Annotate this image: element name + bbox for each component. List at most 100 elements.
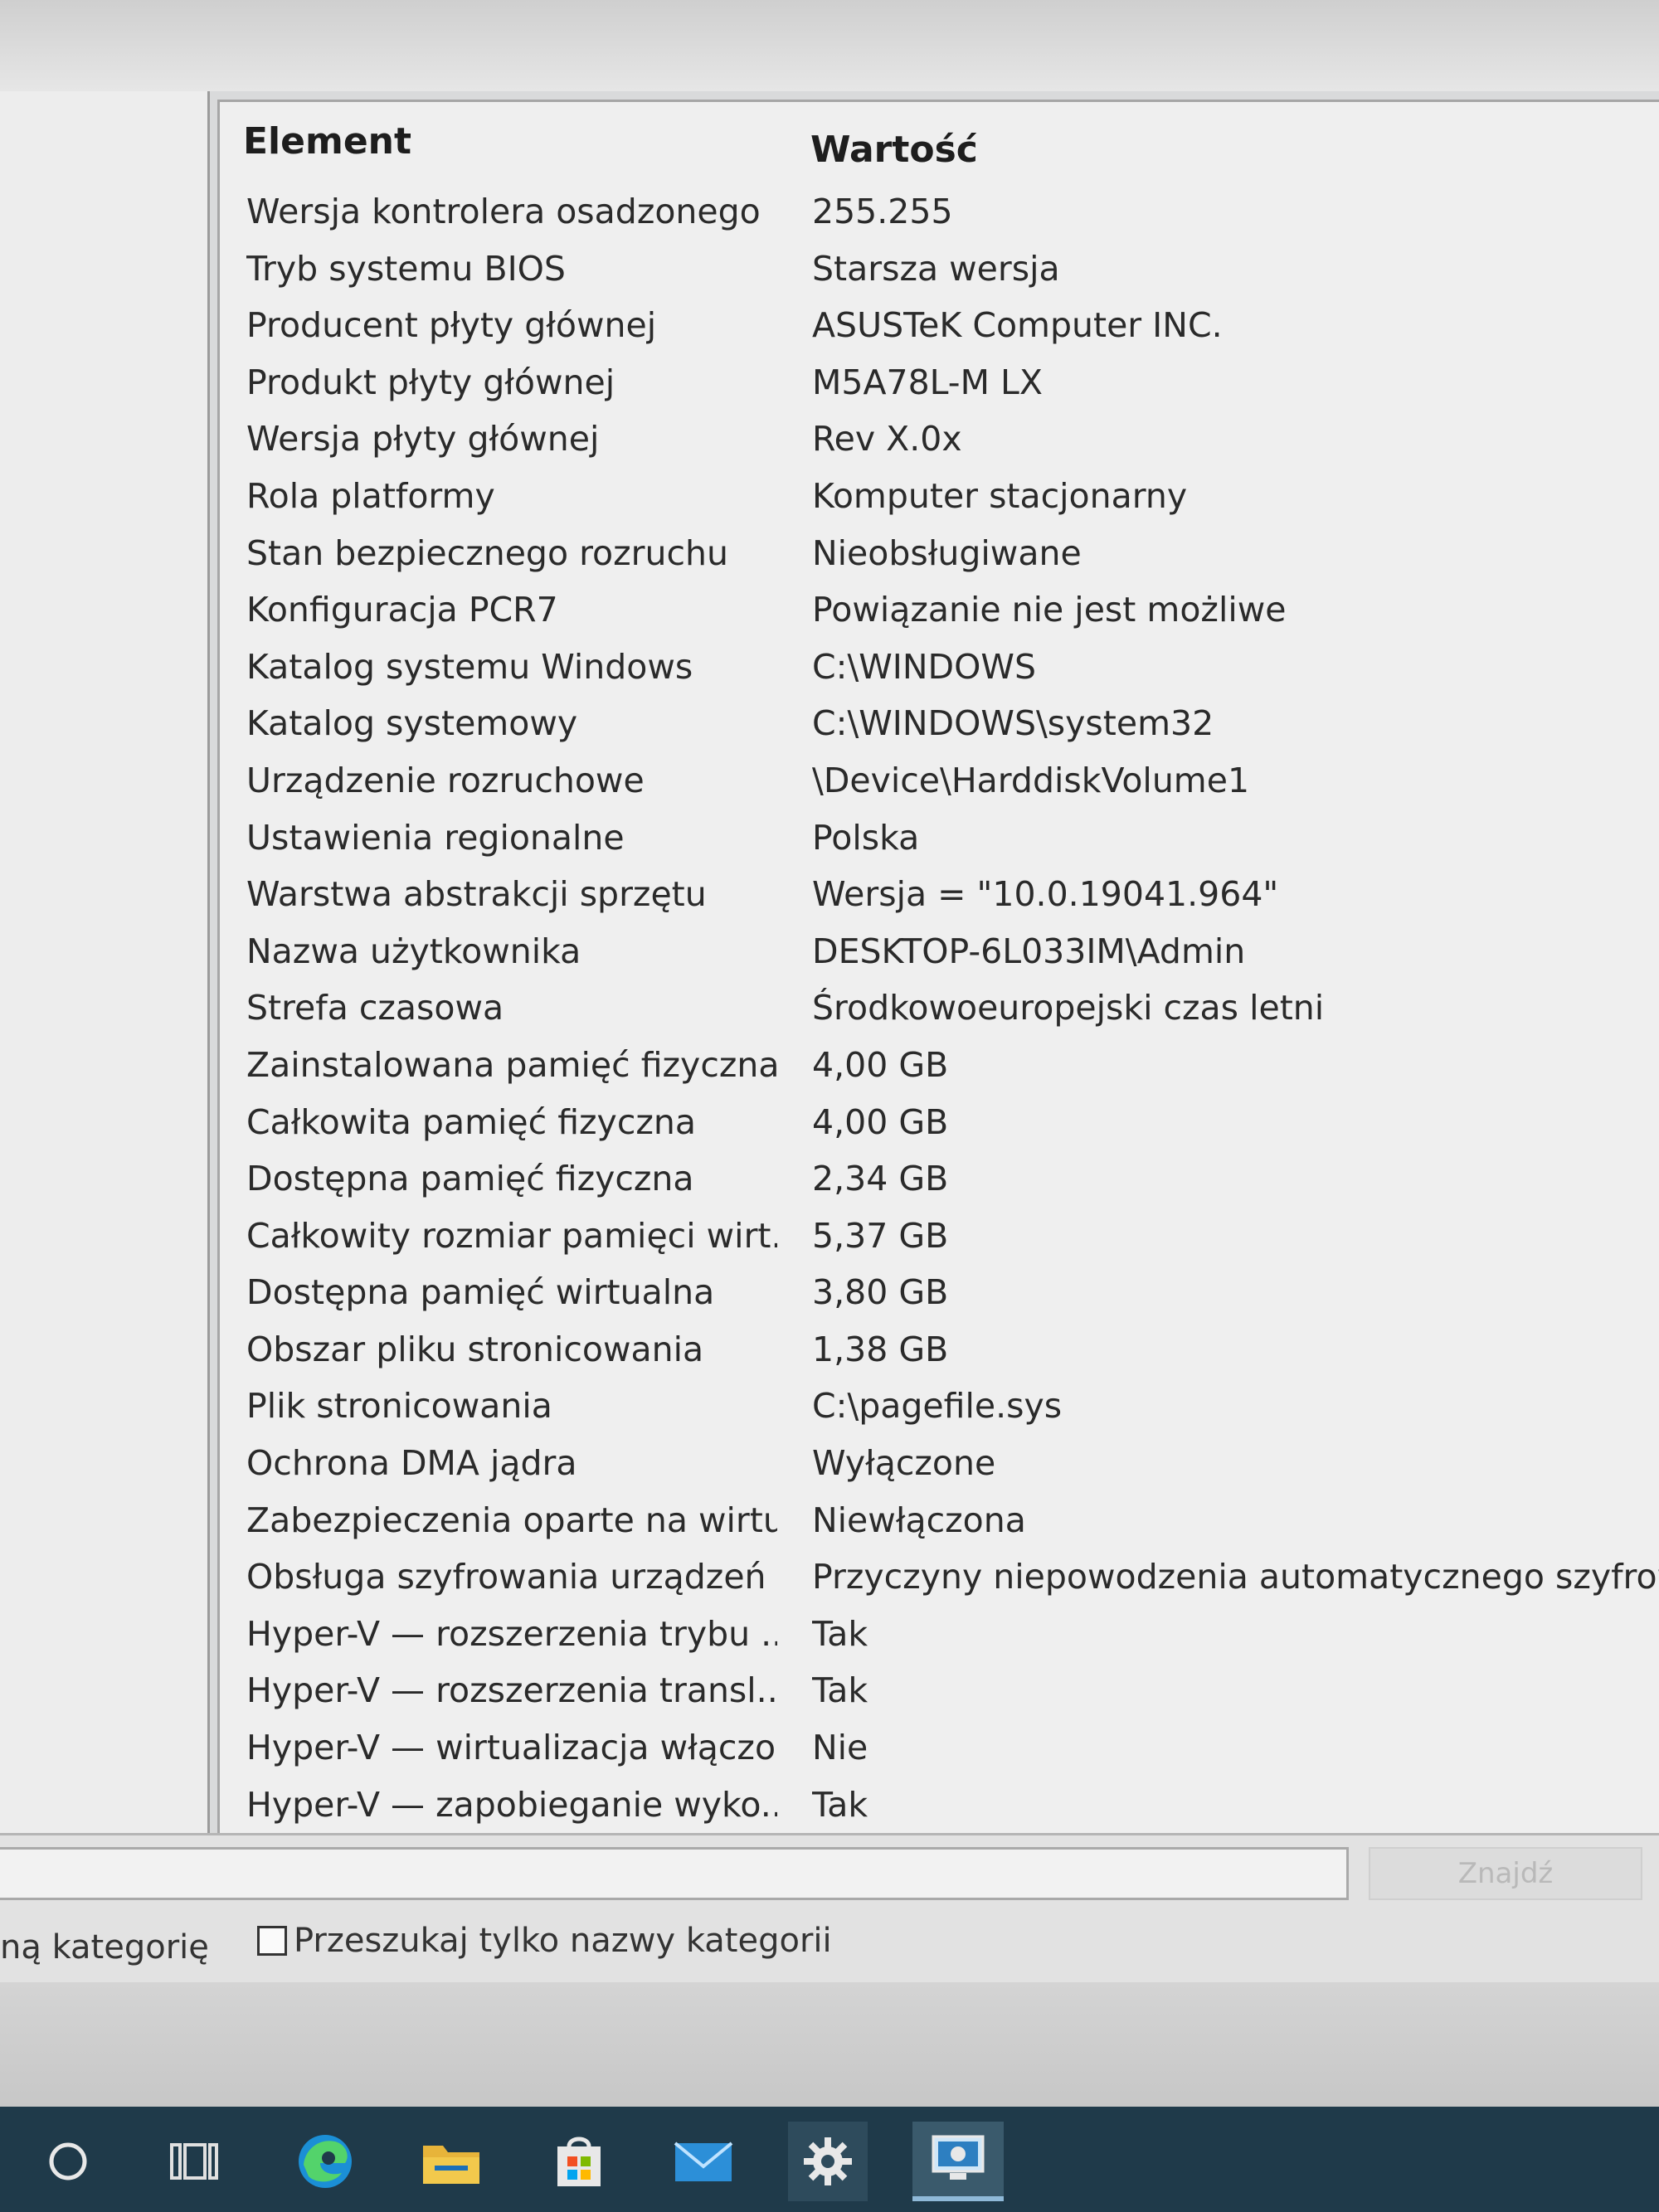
row-element-value: Nie <box>812 1728 868 1768</box>
row-element-value: \Device\HarddiskVolume1 <box>812 760 1250 800</box>
category-tree-pane[interactable] <box>0 91 210 1833</box>
find-button[interactable]: Znajdź <box>1369 1847 1642 1900</box>
column-header-value[interactable]: Wartość <box>810 129 978 171</box>
row-element-value: Tak <box>812 1613 868 1654</box>
row-element-name: Strefa czasowa <box>246 988 504 1028</box>
table-row[interactable]: Całkowita pamięć fizyczna 4,00 GB <box>220 1096 1659 1153</box>
table-row[interactable]: Wersja płyty głównej Rev X.0x <box>220 412 1659 469</box>
row-element-value: Niewłączona <box>812 1500 1026 1540</box>
table-row[interactable]: Rola platformy Komputer stacjonarny <box>220 469 1659 527</box>
row-element-name: Hyper-V — zapobieganie wyko... <box>246 1784 777 1825</box>
table-row[interactable]: Zainstalowana pamięć fizyczna ... 4,00 GB <box>220 1038 1659 1096</box>
row-element-value: Rev X.0x <box>812 419 962 459</box>
row-element-name: Obszar pliku stronicowania <box>246 1329 704 1369</box>
row-element-name: Zainstalowana pamięć fizyczna ... <box>246 1044 777 1085</box>
table-row[interactable]: Hyper-V — wirtualizacja włączo... Nie <box>220 1721 1659 1778</box>
table-row[interactable]: Konfiguracja PCR7 Powiązanie nie jest moż… <box>220 583 1659 640</box>
table-row[interactable]: Wersja kontrolera osadzonego 255.255 <box>220 185 1659 242</box>
list-header: Element Wartość <box>220 102 1659 182</box>
table-row[interactable]: Obszar pliku stronicowania 1,38 GB <box>220 1323 1659 1380</box>
row-element-value: Wyłączone <box>812 1443 996 1484</box>
table-row[interactable]: Obsługa szyfrowania urządzeń Przyczyny ni… <box>220 1550 1659 1607</box>
row-element-value: 1,38 GB <box>812 1329 949 1369</box>
table-row[interactable]: Ochrona DMA jądra Wyłączone <box>220 1437 1659 1494</box>
search-input[interactable] <box>0 1847 1349 1900</box>
store-icon[interactable] <box>539 2122 619 2201</box>
window-bottom-edge <box>0 1982 1659 2107</box>
row-element-name: Hyper-V — wirtualizacja włączo... <box>246 1728 777 1768</box>
row-element-value: DESKTOP-6L033IM\Admin <box>812 931 1246 971</box>
row-element-value: Powiązanie nie jest możliwe <box>812 590 1287 630</box>
row-element-name: Stan bezpiecznego rozruchu <box>246 532 728 573</box>
table-row[interactable]: Tryb systemu BIOS Starsza wersja <box>220 242 1659 299</box>
table-row[interactable]: Katalog systemowy C:\WINDOWS\system32 <box>220 697 1659 754</box>
task-view-icon[interactable] <box>153 2122 232 2201</box>
row-element-name: Ochrona DMA jądra <box>246 1443 577 1484</box>
row-element-value: Przyczyny niepowodzenia automatycznego s… <box>812 1557 1659 1597</box>
row-element-value: 4,00 GB <box>812 1101 949 1142</box>
row-element-name: Konfiguracja PCR7 <box>246 590 558 630</box>
row-element-name: Hyper-V — rozszerzenia trybu ... <box>246 1613 777 1654</box>
row-element-value: Tak <box>812 1784 868 1825</box>
table-row[interactable]: Warstwa abstrakcji sprzętu Wersja = "10.0… <box>220 868 1659 925</box>
row-element-name: Nazwa użytkownika <box>246 931 581 971</box>
row-element-value: Komputer stacjonarny <box>812 475 1188 516</box>
row-element-name: Rola platformy <box>246 475 495 516</box>
table-row[interactable]: Całkowity rozmiar pamięci wirt... 5,37 GB <box>220 1209 1659 1266</box>
cortana-circle-icon[interactable] <box>28 2122 108 2201</box>
row-element-value: 255.255 <box>812 192 953 231</box>
row-element-name: Hyper-V — rozszerzenia transl... <box>246 1670 777 1711</box>
table-row[interactable]: Strefa czasowa Środkowoeuropejski czas le… <box>220 981 1659 1038</box>
row-element-name: Urządzenie rozruchowe <box>246 760 645 800</box>
category-names-only-checkbox[interactable] <box>257 1926 287 1956</box>
table-row[interactable]: Plik stronicowania C:\pagefile.sys <box>220 1379 1659 1437</box>
table-row[interactable]: Stan bezpiecznego rozruchu Nieobsługiwane <box>220 527 1659 584</box>
row-element-value: M5A78L-M LX <box>812 362 1043 402</box>
table-row[interactable]: Hyper-V — rozszerzenia trybu ... Tak <box>220 1607 1659 1665</box>
table-row[interactable]: Dostępna pamięć fizyczna 2,34 GB <box>220 1152 1659 1209</box>
row-element-name: Wersja płyty głównej <box>246 419 600 459</box>
row-element-value: Tak <box>812 1670 868 1711</box>
row-element-name: Całkowita pamięć fizyczna <box>246 1101 696 1142</box>
row-element-name: Wersja kontrolera osadzonego <box>246 192 761 231</box>
table-row[interactable]: Hyper-V — rozszerzenia transl... Tak <box>220 1664 1659 1721</box>
row-element-name: Ustawienia regionalne <box>246 817 625 858</box>
edge-icon[interactable] <box>285 2122 365 2201</box>
row-element-value: 4,00 GB <box>812 1044 949 1085</box>
table-row[interactable]: Zabezpieczenia oparte na wirtu... Niewłąc… <box>220 1494 1659 1551</box>
search-category-names-only-option[interactable]: Przeszukaj tylko nazwy kategorii <box>257 1922 832 1960</box>
row-element-value: C:\WINDOWS\system32 <box>812 703 1214 744</box>
row-element-name: Warstwa abstrakcji sprzętu <box>246 874 707 915</box>
background-wall <box>0 0 1659 91</box>
table-row[interactable]: Katalog systemu Windows C:\WINDOWS <box>220 640 1659 698</box>
details-list-pane[interactable]: Element Wartość Wersja kontrolera osadzo… <box>217 100 1659 1835</box>
system-info-app-icon[interactable] <box>912 2122 1004 2201</box>
table-row[interactable]: Produkt płyty głównej M5A78L-M LX <box>220 356 1659 413</box>
row-element-value: 3,80 GB <box>812 1272 949 1313</box>
settings-gear-icon[interactable] <box>788 2122 868 2201</box>
row-element-value: ASUSTeK Computer INC. <box>812 305 1223 346</box>
table-row[interactable]: Dostępna pamięć wirtualna 3,80 GB <box>220 1266 1659 1323</box>
row-element-name: Obsługa szyfrowania urządzeń <box>246 1557 766 1597</box>
row-element-name: Producent płyty głównej <box>246 305 657 346</box>
row-element-value: Starsza wersja <box>812 248 1060 289</box>
table-row[interactable]: Urządzenie rozruchowe \Device\HarddiskVol… <box>220 754 1659 811</box>
table-row[interactable]: Hyper-V — zapobieganie wyko... Tak <box>220 1778 1659 1835</box>
mail-icon[interactable] <box>664 2122 743 2201</box>
row-element-value: Środkowoeuropejski czas letni <box>812 988 1325 1028</box>
table-row[interactable]: Producent płyty głównej ASUSTeK Computer … <box>220 299 1659 356</box>
file-explorer-icon[interactable] <box>411 2122 491 2201</box>
row-element-name: Katalog systemu Windows <box>246 646 693 687</box>
row-element-value: C:\WINDOWS <box>812 646 1036 687</box>
table-row[interactable]: Nazwa użytkownika DESKTOP-6L033IM\Admin <box>220 925 1659 982</box>
row-element-name: Katalog systemowy <box>246 703 578 744</box>
table-row[interactable]: Ustawienia regionalne Polska <box>220 811 1659 868</box>
category-names-only-label: Przeszukaj tylko nazwy kategorii <box>294 1922 832 1960</box>
row-element-name: Całkowity rozmiar pamięci wirt... <box>246 1215 777 1256</box>
search-selected-category-label[interactable]: ną kategorię <box>0 1928 209 1966</box>
row-element-name: Tryb systemu BIOS <box>246 248 566 289</box>
taskbar <box>0 2107 1659 2212</box>
column-header-element[interactable]: Element <box>243 120 411 163</box>
row-element-value: Polska <box>812 817 920 858</box>
row-element-value: Wersja = "10.0.19041.964" <box>812 874 1279 915</box>
